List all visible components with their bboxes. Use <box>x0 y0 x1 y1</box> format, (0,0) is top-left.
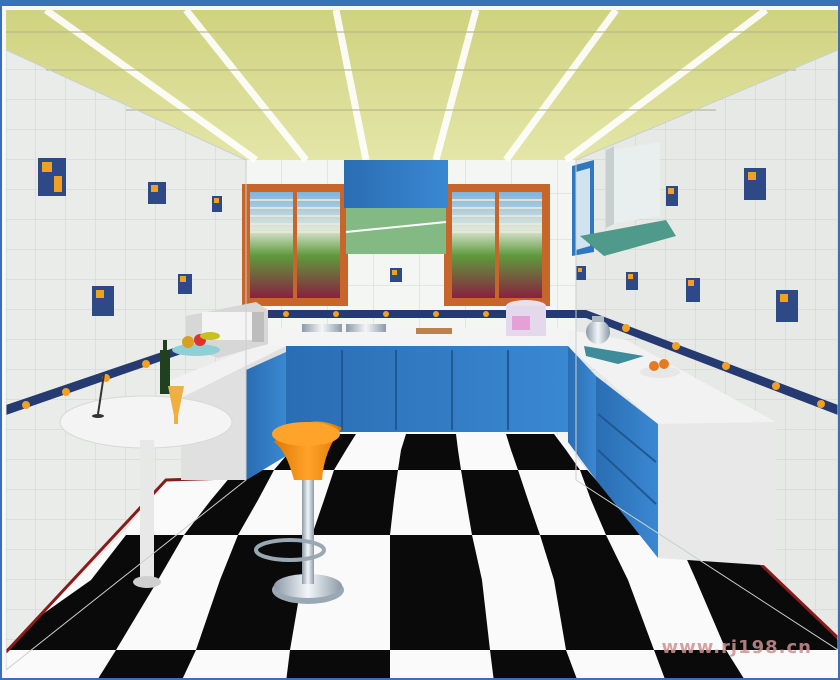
kitchen-illustration <box>6 10 838 678</box>
kitchen-render: www.rj198.cn <box>6 10 838 678</box>
back-counter <box>268 324 568 432</box>
right-window <box>444 184 550 306</box>
close-button[interactable] <box>808 0 830 6</box>
upper-cabinet <box>344 160 448 254</box>
left-window <box>242 184 348 306</box>
watermark-text: www.rj198.cn <box>661 637 812 658</box>
rice-cooker-icon <box>506 300 546 336</box>
viewer-window: www.rj198.cn <box>0 0 840 680</box>
